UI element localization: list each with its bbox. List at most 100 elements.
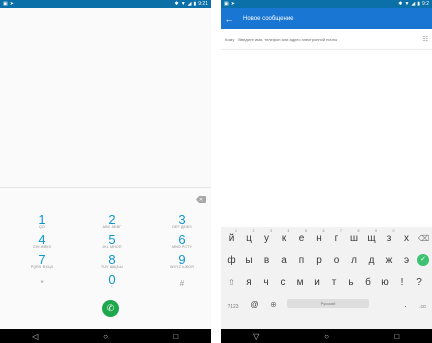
- key-label: д: [368, 255, 375, 266]
- enter-key[interactable]: ✓: [417, 254, 429, 266]
- space-bar[interactable]: Русский: [287, 299, 369, 308]
- key-щ[interactable]: 9щ: [363, 227, 380, 249]
- key-1[interactable]: 1 QO: [22, 213, 62, 229]
- key-о[interactable]: о: [328, 249, 345, 271]
- globe-key[interactable]: ⊕: [265, 293, 282, 315]
- key-label: м: [296, 277, 304, 288]
- globe-icon: ⊕: [270, 300, 277, 309]
- at-key[interactable]: @: [246, 293, 263, 315]
- key-в[interactable]: в: [258, 249, 275, 271]
- key-label: ш: [349, 233, 359, 244]
- key-label: н: [316, 233, 322, 244]
- key-![interactable]: !: [394, 271, 411, 293]
- check-icon: ✓: [420, 256, 426, 263]
- key-т[interactable]: т: [326, 271, 343, 293]
- key-н[interactable]: 6н: [311, 227, 328, 249]
- key-ж[interactable]: ж: [381, 249, 398, 271]
- key-л[interactable]: л: [346, 249, 363, 271]
- key-label: э: [403, 255, 410, 266]
- keyboard-row-1: 1 й 2 ц 3 у 4 к 5 е 6 н 7 г 8 ш 9 щ 0 з х ⌫: [221, 227, 432, 249]
- key-э[interactable]: э: [398, 249, 415, 271]
- key-ь[interactable]: ь: [343, 271, 360, 293]
- backspace-icon[interactable]: ✕: [196, 196, 206, 203]
- bluetooth-icon: ✱: [174, 1, 179, 7]
- shift-key[interactable]: ⇧: [223, 271, 240, 293]
- home-icon[interactable]: ○: [95, 332, 115, 341]
- key-у[interactable]: 3у: [258, 227, 275, 249]
- key-label: т: [331, 277, 337, 288]
- key-а[interactable]: а: [276, 249, 293, 271]
- key-label: и: [314, 277, 320, 288]
- backspace-key[interactable]: ⌫: [415, 227, 432, 249]
- dotcom-key[interactable]: .co: [414, 293, 431, 315]
- send-icon: ➤: [9, 1, 14, 7]
- key-ш[interactable]: 8ш: [346, 227, 363, 249]
- key-hint: 4: [287, 229, 290, 233]
- key-ц[interactable]: 2ц: [241, 227, 258, 249]
- symbols-key[interactable]: ?123: [223, 293, 243, 315]
- key-label: г: [334, 233, 339, 244]
- key-9[interactable]: 9 WXYZ ЬЭЮЯ: [162, 253, 202, 269]
- status-bar: ▣ ➤ ✱ ▼ ◢ ▮ 9:2: [221, 0, 432, 8]
- key-4[interactable]: 4 GHI ИЙКЛ: [22, 233, 62, 249]
- key-label: с: [280, 277, 286, 288]
- key-ч[interactable]: ч: [258, 271, 275, 293]
- key-ы[interactable]: ы: [241, 249, 258, 271]
- key-я[interactable]: я: [241, 271, 258, 293]
- contacts-icon[interactable]: ☷: [420, 36, 428, 43]
- key-label: в: [263, 255, 270, 266]
- key-label: !: [400, 277, 404, 288]
- divider: [0, 187, 211, 188]
- key-star[interactable]: *: [22, 280, 62, 288]
- key-ю[interactable]: ю: [377, 271, 394, 293]
- key-й[interactable]: 1й: [223, 227, 240, 249]
- key-6[interactable]: 6 MNO РСТУ: [162, 233, 202, 249]
- recipient-input[interactable]: [238, 36, 420, 42]
- back-icon[interactable]: ▽: [246, 332, 266, 341]
- key-label: ж: [385, 255, 393, 266]
- key-7[interactable]: 7 PQRS ФХЦЧ: [22, 253, 62, 269]
- key-5[interactable]: 5 JKL МНОП: [92, 233, 132, 249]
- key-label: б: [365, 277, 371, 288]
- arrow-back-icon[interactable]: ←: [221, 14, 237, 24]
- key-label: х: [404, 233, 409, 244]
- key-label: ц: [246, 233, 252, 244]
- key-г[interactable]: 7г: [328, 227, 345, 249]
- key-р[interactable]: р: [311, 249, 328, 271]
- key-hash[interactable]: #: [162, 280, 202, 288]
- key-е[interactable]: 5е: [293, 227, 310, 249]
- recents-icon[interactable]: □: [166, 332, 186, 341]
- key-label: у: [264, 233, 269, 244]
- key-д[interactable]: д: [363, 249, 380, 271]
- key-label: ?: [416, 277, 422, 288]
- key-3[interactable]: 3 DEF ДЕЖЗ: [162, 213, 202, 229]
- key-label: ы: [245, 255, 253, 266]
- key-с[interactable]: с: [275, 271, 292, 293]
- send-icon: ➤: [230, 1, 235, 7]
- key-ф[interactable]: ф: [223, 249, 240, 271]
- key-8[interactable]: 8 TUV ШЩЪЫ: [92, 253, 132, 269]
- key-и[interactable]: и: [309, 271, 326, 293]
- key-б[interactable]: б: [360, 271, 377, 293]
- key-label: е: [298, 233, 305, 244]
- call-button[interactable]: ✆: [102, 300, 119, 317]
- shift-icon: ⇧: [228, 278, 235, 287]
- key-м[interactable]: м: [292, 271, 309, 293]
- key-п[interactable]: п: [293, 249, 310, 271]
- back-icon[interactable]: ◁: [25, 332, 45, 341]
- navigation-bar: ◁ ○ □: [0, 329, 211, 343]
- key-з[interactable]: 0з: [381, 227, 398, 249]
- key-2[interactable]: 2 ABC АБВГ: [92, 213, 132, 229]
- key-х[interactable]: х: [398, 227, 415, 249]
- key-label: ф: [227, 255, 236, 266]
- home-icon[interactable]: ○: [316, 332, 336, 341]
- key-к[interactable]: 4к: [276, 227, 293, 249]
- signal-icon: ◢: [187, 1, 192, 7]
- recents-icon[interactable]: □: [387, 332, 407, 341]
- period-key[interactable]: .: [397, 293, 414, 315]
- battery-icon: ▮: [417, 1, 421, 7]
- key-?[interactable]: ?: [411, 271, 428, 293]
- status-time: 9:2: [422, 1, 429, 7]
- key-0[interactable]: 0 +: [92, 273, 132, 289]
- key-hint: 6: [322, 229, 325, 233]
